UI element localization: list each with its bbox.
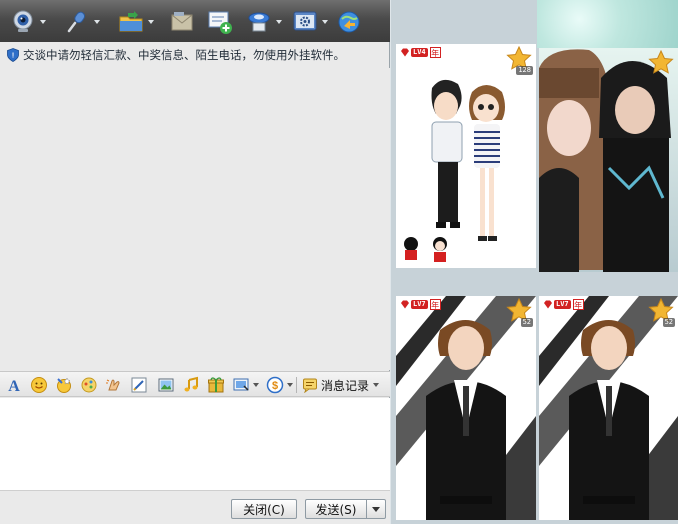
couple-photo-image [539,48,678,272]
level-badge: LV7 年 [400,299,441,310]
show-avatar-panel[interactable]: LV7 年 52 [539,296,678,520]
star-icon [648,49,674,74]
chat-add-icon [208,11,232,34]
level-badge: LV4 年 [400,47,441,58]
message-history-button[interactable]: 消息记录 [302,375,380,395]
diamond-icon [401,300,409,309]
emoji-smile-icon[interactable] [30,376,48,394]
message-history-icon [303,378,317,393]
microphone-icon [67,11,86,33]
application-gear-icon [293,11,317,31]
folder-send-icon [119,11,143,32]
message-history-label: 消息记录 [321,378,370,393]
image-icon[interactable] [157,376,175,394]
message-display-area[interactable] [0,68,390,370]
chat-window: ! 交谈中请勿轻信汇款、中奖信息、陌生电话，勿使用外挂软件。 A $ 消息记录 … [0,0,390,524]
music-icon[interactable] [182,376,200,394]
couple-avatar-image [396,44,536,268]
send-sms-button[interactable] [169,8,195,36]
star-rating-badge: 128 [506,45,533,75]
gift-icon[interactable] [207,376,225,394]
remote-assist-button[interactable] [246,8,282,36]
send-button[interactable]: 发送(S) [305,499,367,519]
format-toolbar: A $ 消息记录 [0,371,390,397]
show-avatar-panel[interactable]: LV4 年 128 [396,44,536,268]
message-input[interactable] [0,398,390,490]
app-settings-button[interactable] [292,8,328,36]
webcam-icon [13,10,33,32]
star-rating-badge: 52 [506,297,533,327]
level-badge: LV7 年 [543,299,584,310]
star-rating-badge: 52 [648,297,675,327]
suit-avatar-image [396,296,536,520]
send-options-button[interactable] [366,499,386,519]
handwriting-icon[interactable] [130,376,148,394]
security-notice: ! 交谈中请勿轻信汇款、中奖信息、陌生电话，勿使用外挂软件。 [7,47,345,63]
diamond-icon [401,48,409,57]
font-icon[interactable]: A [5,376,23,394]
svg-text:!: ! [12,53,14,60]
screenshot-icon[interactable] [232,376,250,394]
chevron-down-icon [372,506,380,512]
share-screen-button[interactable] [336,8,362,36]
shield-icon: ! [7,48,19,62]
diamond-icon [544,300,552,309]
doodle-icon[interactable] [80,376,98,394]
show-photo-panel[interactable] [539,48,678,272]
mail-icon [171,12,193,31]
svg-text:A: A [8,378,20,394]
shake-window-icon[interactable] [105,376,123,394]
send-file-button[interactable] [118,8,154,36]
svg-text:$: $ [272,380,278,392]
chat-toolbar [0,0,390,42]
magic-emoticon-icon[interactable] [55,376,73,394]
star-rating-badge [648,49,674,74]
chevron-down-icon [373,383,380,387]
show-avatar-panel[interactable]: LV7 年 52 [396,296,536,520]
create-discussion-button[interactable] [207,8,233,36]
remote-desktop-icon [248,12,270,32]
money-icon[interactable]: $ [266,376,284,394]
video-call-button[interactable] [10,8,46,36]
close-button[interactable]: 关闭(C) [231,499,297,519]
background-scenery [537,0,678,48]
security-notice-text: 交谈中请勿轻信汇款、中奖信息、陌生电话，勿使用外挂软件。 [23,48,345,62]
voice-call-button[interactable] [64,8,100,36]
suit-avatar-image [539,296,678,520]
bottom-bar: 关闭(C) 发送(S) [0,490,390,524]
globe-share-icon [338,11,360,33]
